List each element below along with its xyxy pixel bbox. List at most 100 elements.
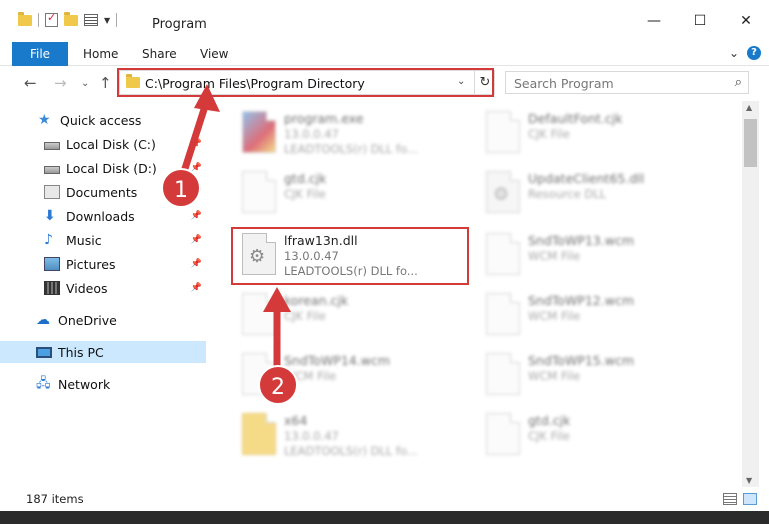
file-name: korean.cjk — [284, 293, 349, 308]
pin-icon[interactable]: 📌 — [191, 259, 202, 269]
sidebar-item-downloads[interactable]: ⬇ Downloads 📌 — [0, 205, 206, 227]
file-item[interactable]: SndToWP12.wcm WCM File — [480, 289, 720, 349]
pictures-icon — [44, 257, 60, 271]
sidebar-item-this-pc[interactable]: This PC — [0, 341, 206, 363]
quick-access-toolbar: ▼ — [18, 11, 118, 27]
sidebar-item-label: Downloads — [66, 208, 135, 224]
vertical-scrollbar[interactable]: ▲ ▼ — [742, 101, 759, 487]
search-input[interactable]: Search Program ⌕ — [505, 71, 749, 94]
file-type: WCM File — [528, 309, 581, 323]
maximize-button[interactable]: ☐ — [677, 8, 723, 34]
tab-share[interactable]: Share — [142, 42, 177, 66]
file-item[interactable]: SndToWP15.wcm WCM File — [480, 349, 720, 409]
sidebar-item-label: Pictures — [66, 256, 116, 272]
pin-icon[interactable]: 📌 — [191, 187, 202, 197]
status-bar: 187 items — [0, 487, 769, 511]
forward-button[interactable]: → — [54, 74, 67, 92]
videos-icon — [44, 281, 60, 295]
scroll-down-icon[interactable]: ▼ — [746, 476, 752, 485]
drive-icon — [44, 141, 60, 150]
view-icon[interactable] — [84, 14, 98, 26]
ribbon: File Home Share View ⌄ ? — [0, 40, 769, 66]
expand-ribbon-icon[interactable]: ⌄ — [729, 46, 739, 60]
file-item[interactable]: SndToWP14.wcm WCM File — [236, 349, 476, 409]
file-type: WCM File — [528, 249, 581, 263]
dll-gear-icon — [486, 171, 520, 213]
sidebar-item-pictures[interactable]: Pictures 📌 — [0, 253, 206, 275]
file-type: CJK File — [284, 309, 326, 323]
file-version: 13.0.0.47 — [284, 127, 339, 141]
file-type: CJK File — [284, 187, 326, 201]
recent-locations-button[interactable]: ⌄ — [81, 78, 89, 89]
file-item[interactable]: DefaultFont.cjk CJK File — [480, 107, 720, 167]
file-item[interactable]: program.exe 13.0.0.47 LEADTOOLS(r) DLL f… — [236, 107, 476, 167]
file-name: DefaultFont.cjk — [528, 111, 623, 126]
pin-icon[interactable]: 📌 — [191, 283, 202, 293]
sidebar-item-network[interactable]: 🖧 Network — [0, 373, 206, 395]
folder-icon — [242, 413, 276, 455]
back-button[interactable]: ← — [24, 74, 37, 92]
tiles-view-icon[interactable] — [743, 493, 757, 505]
tab-file[interactable]: File — [12, 42, 68, 66]
pin-icon[interactable]: 📌 — [191, 211, 202, 221]
tab-view[interactable]: View — [200, 42, 228, 66]
sidebar-item-label: OneDrive — [58, 312, 117, 328]
star-icon: ★ — [38, 112, 51, 128]
file-version: 13.0.0.47 — [284, 429, 339, 443]
file-icon — [486, 353, 520, 395]
file-item[interactable]: x64 13.0.0.47 LEADTOOLS(r) DLL fo... — [236, 409, 476, 469]
sidebar-item-music[interactable]: ♪ Music 📌 — [0, 229, 206, 251]
pin-icon[interactable]: 📌 — [191, 163, 202, 173]
search-placeholder: Search Program — [514, 76, 614, 91]
file-item[interactable]: korean.cjk CJK File — [236, 289, 476, 349]
file-item[interactable]: gtd.cjk CJK File — [236, 167, 476, 227]
network-icon: 🖧 — [36, 376, 51, 391]
file-name: program.exe — [284, 111, 364, 126]
new-folder-icon[interactable] — [64, 11, 78, 26]
view-toggle — [723, 493, 757, 505]
sidebar-item-local-disk-c[interactable]: Local Disk (C:) 📌 — [0, 133, 206, 155]
file-icon — [486, 111, 520, 153]
ribbon-controls: ⌄ ? — [729, 46, 761, 60]
file-item[interactable]: gtd.cjk CJK File — [480, 409, 720, 469]
file-icon — [486, 233, 520, 275]
scroll-up-icon[interactable]: ▲ — [746, 103, 752, 112]
file-type: WCM File — [528, 369, 581, 383]
cloud-icon: ☁ — [36, 312, 50, 328]
file-icon — [486, 413, 520, 455]
minimize-button[interactable]: — — [631, 8, 677, 34]
up-button[interactable]: ↑ — [99, 74, 112, 92]
window-title: Program — [152, 17, 207, 32]
customize-toolbar-icon[interactable]: ▼ — [104, 16, 110, 25]
close-button[interactable]: ✕ — [723, 8, 769, 34]
file-type: Resource DLL — [528, 187, 607, 201]
file-description: LEADTOOLS(r) DLL fo... — [284, 444, 418, 458]
documents-icon — [44, 185, 60, 199]
sidebar-item-videos[interactable]: Videos 📌 — [0, 277, 206, 299]
navigation-pane: ★ Quick access Local Disk (C:) 📌 Local D… — [0, 101, 208, 487]
search-icon[interactable]: ⌕ — [735, 75, 742, 90]
file-type: CJK File — [528, 429, 570, 443]
file-name: SndToWP14.wcm — [284, 353, 390, 368]
sidebar-item-documents[interactable]: Documents 📌 — [0, 181, 206, 203]
file-item[interactable]: UpdateClient65.dll Resource DLL — [480, 167, 720, 227]
toolbar-divider — [38, 13, 39, 27]
pin-icon[interactable]: 📌 — [191, 139, 202, 149]
sidebar-item-quick-access[interactable]: ★ Quick access — [0, 109, 206, 131]
details-view-icon[interactable] — [723, 493, 737, 505]
file-name: UpdateClient65.dll — [528, 171, 645, 186]
address-highlight-box — [117, 68, 494, 97]
sidebar-item-onedrive[interactable]: ☁ OneDrive — [0, 309, 206, 331]
window-controls: — ☐ ✕ — [631, 8, 769, 34]
tab-home[interactable]: Home — [83, 42, 118, 66]
help-icon[interactable]: ? — [747, 46, 761, 60]
sidebar-item-label: This PC — [58, 344, 104, 360]
file-icon — [242, 353, 276, 395]
pin-icon[interactable]: 📌 — [191, 235, 202, 245]
file-item[interactable]: SndToWP13.wcm WCM File — [480, 229, 720, 289]
exe-icon — [242, 111, 276, 153]
properties-icon[interactable] — [45, 11, 58, 27]
sidebar-item-local-disk-d[interactable]: Local Disk (D:) 📌 — [0, 157, 206, 179]
scrollbar-thumb[interactable] — [744, 119, 757, 167]
file-list: program.exe 13.0.0.47 LEADTOOLS(r) DLL f… — [208, 101, 742, 487]
